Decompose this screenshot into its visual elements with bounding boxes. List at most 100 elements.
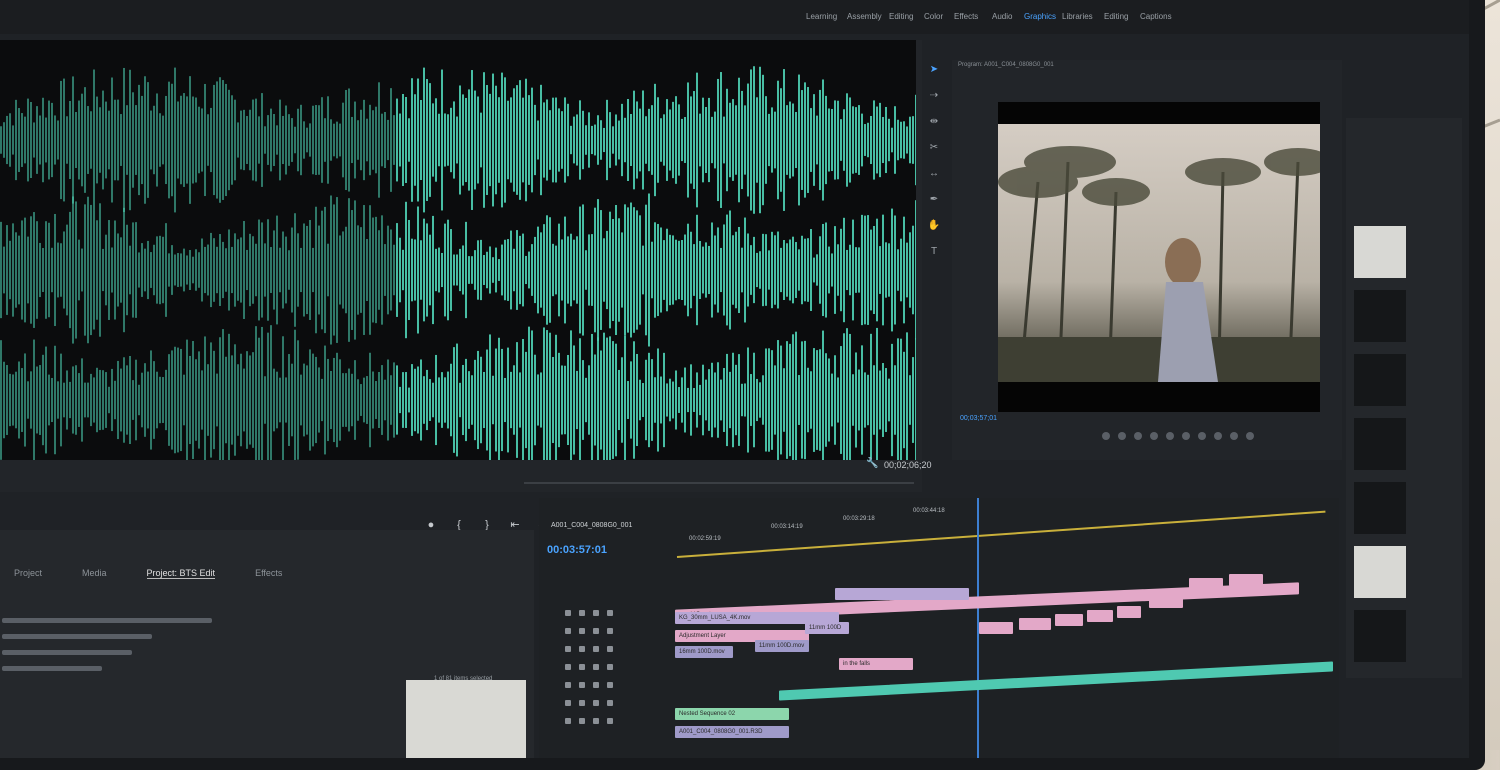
waveform-sample [738,354,740,446]
hand-tool-icon[interactable]: ✋ [926,220,942,236]
project-item-line[interactable] [2,650,132,655]
project-tab[interactable]: Media [82,568,107,579]
extract-icon[interactable] [1230,432,1238,440]
mark-in-icon[interactable] [1102,432,1110,440]
type-tool-icon[interactable]: T [926,246,942,262]
program-monitor-tab[interactable]: Program: A001_C004_0808G0_001 [958,62,1054,68]
workspace-tab[interactable]: Editing [1104,12,1128,21]
project-thumbnail[interactable] [406,680,526,758]
timeline-clip[interactable] [1117,606,1141,618]
track-header[interactable] [565,628,613,634]
timeline-clip[interactable]: 11mm 100D.mov [755,640,809,652]
workspace-tab-active[interactable]: Graphics [1024,12,1056,21]
workspace-tab[interactable]: Assembly [847,12,882,21]
selection-tool-icon[interactable]: ➤ [926,64,942,80]
workspace-tab[interactable]: Effects [954,12,978,21]
workspace-tab[interactable]: Color [924,12,943,21]
project-tab[interactable]: Effects [255,568,282,579]
thumbnail[interactable] [1354,418,1406,470]
razor-tool-icon[interactable]: ✂ [926,142,942,158]
export-frame-icon[interactable] [1246,432,1254,440]
timeline-clip[interactable] [835,588,969,600]
timeline-timecode[interactable]: 00:03:57:01 [547,544,607,556]
sequence-tab[interactable]: A001_C004_0808G0_001 [551,522,632,529]
workspace-tab[interactable]: Audio [992,12,1012,21]
thumbnail[interactable] [1354,290,1406,342]
waveform-sample [774,365,776,435]
program-timecode[interactable]: 00;03;57;01 [960,415,997,422]
timeline-clip[interactable] [979,622,1013,634]
waveform-sample [831,108,833,172]
waveform-sample [147,371,149,429]
workspace-tab[interactable]: Editing [889,12,913,21]
timeline-clip[interactable]: A001_C004_0808G0_001.R3D [675,726,789,738]
project-item-line[interactable] [2,634,152,639]
waveform-sample [288,114,290,166]
track-header[interactable] [565,610,613,616]
waveform-sample [93,69,95,211]
waveform-sample [18,235,20,305]
waveform-sample [264,243,266,297]
waveform-sample [474,359,476,441]
audio-waveform[interactable] [0,40,916,460]
project-tab-active[interactable]: Project: BTS Edit [146,568,216,579]
project-tab[interactable]: Project [14,568,42,579]
workspace-tab[interactable]: Libraries [1062,12,1093,21]
waveform-sample [105,101,107,179]
step-back-icon[interactable] [1150,432,1158,440]
waveform-sample [102,370,104,430]
step-forward-icon[interactable] [1182,432,1190,440]
waveform-sample [597,199,599,341]
thumbnail[interactable] [1354,354,1406,406]
pen-tool-icon[interactable]: ✒ [926,194,942,210]
project-item-line[interactable] [2,618,212,623]
workspace-tab[interactable]: Learning [806,12,837,21]
timeline-clip[interactable] [1019,618,1051,630]
waveform-sample [582,360,584,440]
waveform-sample [279,247,281,293]
work-area-bar[interactable] [676,510,1326,558]
go-to-in-icon[interactable] [1134,432,1142,440]
wrench-icon[interactable]: 🔧 [866,458,878,469]
thumbnail[interactable] [1354,226,1406,278]
waveform-sample [738,226,740,314]
ripple-edit-tool-icon[interactable]: ⇹ [926,116,942,132]
waveform-sample [504,377,506,423]
waveform-sample [477,350,479,450]
timeline-clip[interactable]: in the falls [839,658,913,670]
workspace-tab[interactable]: Captions [1140,12,1172,21]
waveform-sample [882,363,884,437]
timeline-clip[interactable] [1087,610,1113,622]
timeline-clip[interactable]: 16mm 100D.mov [675,646,733,658]
waveform-sample [186,255,188,285]
go-to-out-icon[interactable] [1198,432,1206,440]
slip-tool-icon[interactable]: ↔ [926,168,942,184]
project-item-line[interactable] [2,666,102,671]
thumbnail[interactable] [1354,546,1406,598]
source-scrub-bar[interactable] [524,482,914,484]
timeline-clip[interactable] [1189,578,1223,590]
lift-icon[interactable] [1214,432,1222,440]
play-icon[interactable] [1166,432,1174,440]
waveform-sample [825,353,827,447]
source-timecode[interactable]: 00;02;06;20 [884,460,932,470]
waveform-sample [843,217,845,323]
thumbnail[interactable] [1354,610,1406,662]
thumbnail[interactable] [1354,482,1406,534]
timeline-clip[interactable] [1149,596,1183,608]
timeline-clip[interactable]: 11mm 100D [805,622,849,634]
waveform-sample [243,368,245,432]
track-header[interactable] [565,646,613,652]
timeline-clip[interactable] [1055,614,1083,626]
waveform-sample [78,239,80,301]
waveform-sample [609,211,611,329]
track-header[interactable] [565,682,613,688]
track-select-tool-icon[interactable]: ⇢ [926,90,942,106]
mark-out-icon[interactable] [1118,432,1126,440]
timeline-clip[interactable] [1229,574,1263,586]
track-header[interactable] [565,700,613,706]
track-header[interactable] [565,664,613,670]
timeline-clip[interactable]: Nested Sequence 02 [675,708,789,720]
waveform-sample [141,372,143,428]
track-header[interactable] [565,718,613,724]
